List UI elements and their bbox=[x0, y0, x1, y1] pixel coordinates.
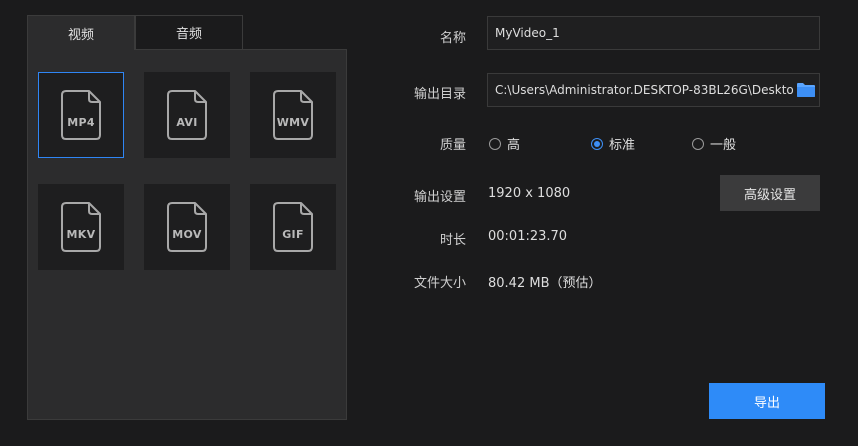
duration-label: 时长 bbox=[439, 233, 466, 248]
output-dir-value: C:\Users\Administrator.DESKTOP-83BL26G\D… bbox=[495, 83, 793, 97]
quality-high-radio[interactable]: 高 bbox=[489, 134, 520, 153]
quality-standard-radio[interactable]: 标准 bbox=[591, 134, 635, 153]
format-panel: MP4 AVI WMV MKV MOV GIF bbox=[27, 49, 347, 420]
radio-selected-icon bbox=[591, 137, 603, 150]
tab-audio[interactable]: 音频 bbox=[135, 15, 243, 49]
quality-option-label: 标准 bbox=[609, 138, 636, 153]
name-input[interactable]: MyVideo_1 bbox=[487, 16, 820, 50]
format-label: GIF bbox=[282, 228, 304, 241]
format-gif[interactable]: GIF bbox=[250, 184, 336, 270]
name-value: MyVideo_1 bbox=[495, 26, 560, 40]
radio-icon bbox=[692, 137, 704, 150]
output-settings-label: 输出设置 bbox=[413, 190, 466, 205]
tab-video[interactable]: 视频 bbox=[27, 15, 135, 50]
file-icon: AVI bbox=[164, 87, 210, 143]
file-icon: MKV bbox=[58, 199, 104, 255]
format-label: MOV bbox=[172, 228, 202, 241]
folder-icon[interactable] bbox=[793, 82, 819, 98]
format-mov[interactable]: MOV bbox=[144, 184, 230, 270]
file-icon: MOV bbox=[164, 199, 210, 255]
format-label: MKV bbox=[66, 228, 96, 241]
quality-option-label: 高 bbox=[507, 138, 521, 153]
quality-normal-radio[interactable]: 一般 bbox=[692, 134, 736, 153]
format-label: AVI bbox=[176, 116, 198, 129]
format-label: MP4 bbox=[67, 116, 95, 129]
format-mp4[interactable]: MP4 bbox=[38, 72, 124, 158]
file-icon: GIF bbox=[270, 199, 316, 255]
file-icon: MP4 bbox=[58, 87, 104, 143]
file-size-label: 文件大小 bbox=[413, 276, 466, 291]
advanced-settings-button[interactable]: 高级设置 bbox=[720, 175, 820, 211]
format-avi[interactable]: AVI bbox=[144, 72, 230, 158]
format-wmv[interactable]: WMV bbox=[250, 72, 336, 158]
duration-value: 00:01:23.70 bbox=[488, 229, 568, 244]
quality-label: 质量 bbox=[439, 138, 466, 153]
output-resolution: 1920 x 1080 bbox=[488, 186, 571, 201]
file-size-value: 80.42 MB（预估） bbox=[488, 276, 602, 291]
name-label: 名称 bbox=[439, 31, 466, 46]
file-icon: WMV bbox=[270, 87, 316, 143]
radio-icon bbox=[489, 137, 501, 150]
format-label: WMV bbox=[276, 116, 310, 129]
output-dir-label: 输出目录 bbox=[413, 87, 466, 102]
output-dir-input[interactable]: C:\Users\Administrator.DESKTOP-83BL26G\D… bbox=[487, 73, 820, 107]
quality-option-label: 一般 bbox=[710, 138, 737, 153]
export-button[interactable]: 导出 bbox=[709, 383, 825, 419]
format-mkv[interactable]: MKV bbox=[38, 184, 124, 270]
